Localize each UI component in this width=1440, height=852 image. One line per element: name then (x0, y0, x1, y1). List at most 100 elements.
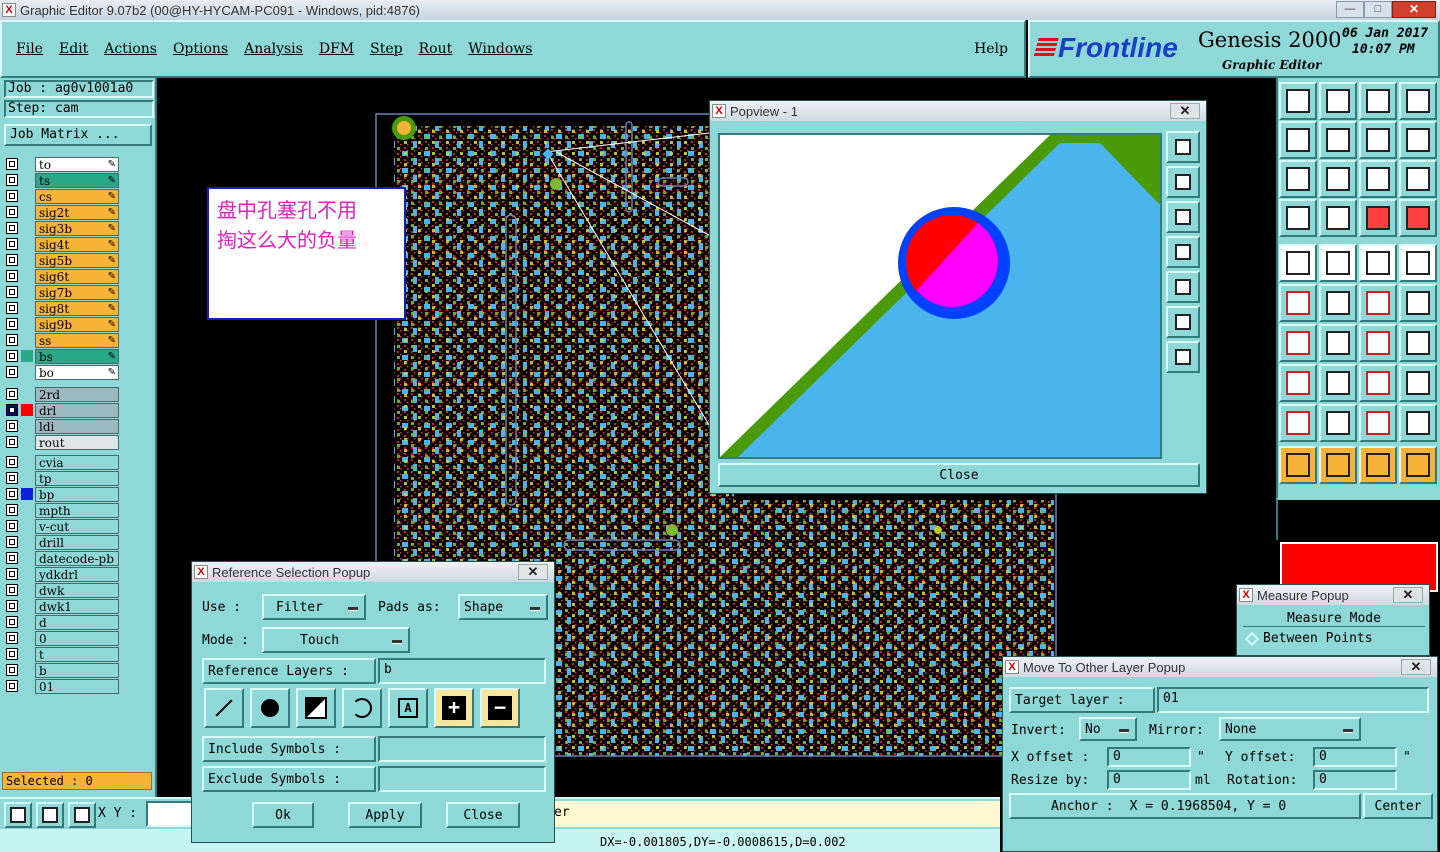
layer-row[interactable]: ydkdrl (6, 566, 157, 582)
layer-name[interactable]: ss ✎ (35, 332, 119, 348)
layer-color-swatch[interactable] (21, 302, 33, 314)
layer-color-swatch[interactable] (21, 318, 33, 330)
cross-button[interactable] (1319, 284, 1357, 322)
layer-checkbox[interactable] (6, 270, 18, 282)
measure-mode-option[interactable]: Between Points (1243, 631, 1425, 646)
grid-button[interactable] (68, 802, 96, 828)
measure-button[interactable] (36, 802, 64, 828)
layer-row[interactable]: dwk1 (6, 598, 157, 614)
menu-dfm[interactable]: DFM (319, 41, 354, 57)
layer-color-swatch[interactable] (21, 350, 33, 362)
layer-color-swatch[interactable] (21, 488, 33, 500)
layer-checkbox[interactable] (6, 334, 18, 346)
grouping-button[interactable] (1399, 364, 1437, 402)
zoom-home-button[interactable] (1279, 82, 1317, 120)
popview-zoom-in-button[interactable] (1166, 306, 1200, 338)
triangle-up-button[interactable] (1359, 404, 1397, 442)
layer-color-swatch[interactable] (21, 472, 33, 484)
layer-row[interactable]: sig5b ✎ (6, 252, 157, 268)
zoom-home-alt-button[interactable] (1359, 82, 1397, 120)
layer-checkbox[interactable] (6, 648, 18, 660)
measure-close-x-button[interactable]: ✕ (1393, 587, 1423, 603)
layer-checkbox[interactable] (6, 366, 18, 378)
filter-button[interactable] (1279, 199, 1317, 237)
layer-color-swatch[interactable] (21, 388, 33, 400)
refsel-close-x-button[interactable]: ✕ (518, 564, 548, 580)
menu-edit[interactable]: Edit (59, 41, 88, 57)
redraw-button[interactable] (1399, 121, 1437, 159)
layer-name[interactable]: bo ✎ (35, 364, 119, 380)
layer-name[interactable]: sig6t ✎ (35, 268, 119, 284)
layer-name[interactable]: ts ✎ (35, 172, 119, 188)
layer-color-swatch[interactable] (21, 158, 33, 170)
layer-checkbox[interactable] (6, 520, 18, 532)
menu-rout[interactable]: Rout (419, 41, 453, 57)
layer-row[interactable]: datecode-pb (6, 550, 157, 566)
mirror-button[interactable] (1399, 324, 1437, 362)
layer-color-swatch[interactable] (21, 632, 33, 644)
help-button[interactable] (1399, 160, 1437, 198)
layer-color-swatch[interactable] (21, 436, 33, 448)
layer-name[interactable]: tp (35, 470, 119, 486)
layer-view-alt-button[interactable] (1399, 199, 1437, 237)
layer-color-swatch[interactable] (21, 366, 33, 378)
negative-polarity-button[interactable]: − (480, 688, 520, 728)
layer-checkbox[interactable] (6, 158, 18, 170)
arc-rotate-button[interactable] (1359, 324, 1397, 362)
node-line-button[interactable] (1359, 284, 1397, 322)
pads-as-dropdown[interactable]: Shape (458, 594, 548, 620)
layer-row[interactable]: drl (6, 402, 157, 418)
layer-row[interactable]: mpth (6, 502, 157, 518)
popview-close-x-button[interactable]: ✕ (1170, 103, 1200, 119)
zoom-fit-button[interactable] (1279, 160, 1317, 198)
layer-row[interactable]: dwk (6, 582, 157, 598)
layer-name[interactable]: sig5b ✎ (35, 252, 119, 268)
popview-pan-up-button[interactable] (1166, 166, 1200, 198)
layer-name[interactable]: drl (35, 402, 119, 418)
layer-row[interactable]: 2rd (6, 386, 157, 402)
exclude-symbols-button[interactable]: Exclude Symbols : (202, 766, 376, 792)
zoom-center-button[interactable] (1319, 160, 1357, 198)
layer-checkbox[interactable] (6, 552, 18, 564)
layer-name[interactable]: cvia (35, 454, 119, 470)
layer-color-swatch[interactable] (21, 552, 33, 564)
layer-checkbox[interactable] (6, 504, 18, 516)
popview-canvas[interactable] (718, 133, 1162, 459)
layer-row[interactable]: tp (6, 470, 157, 486)
menu-actions[interactable]: Actions (104, 41, 157, 57)
pointer-circle-button[interactable] (1359, 446, 1397, 484)
line-draw-button[interactable] (1319, 324, 1357, 362)
layer-color-swatch[interactable] (21, 600, 33, 612)
layer-checkbox[interactable] (6, 254, 18, 266)
layer-color-swatch[interactable] (21, 206, 33, 218)
popview-pan-left-button[interactable] (1166, 236, 1200, 268)
layer-name[interactable]: sig9b ✎ (35, 316, 119, 332)
layer-checkbox[interactable] (6, 302, 18, 314)
layer-color-swatch[interactable] (21, 504, 33, 516)
minimize-button[interactable]: — (1336, 1, 1364, 18)
layer-checkbox[interactable] (6, 286, 18, 298)
layer-row[interactable]: to ✎ (6, 156, 157, 172)
layer-name[interactable]: dwk1 (35, 598, 119, 614)
rotation-input[interactable]: 0 (1313, 770, 1397, 790)
mode-dropdown[interactable]: Touch (262, 627, 410, 653)
reference-layers-button[interactable]: Reference Layers : (202, 658, 376, 684)
layer-checkbox[interactable] (6, 536, 18, 548)
flip-button[interactable] (1359, 121, 1397, 159)
text-shape-button[interactable]: A (388, 688, 428, 728)
layer-checkbox[interactable] (6, 238, 18, 250)
layer-row[interactable]: drill (6, 534, 157, 550)
layer-row[interactable]: v-cut (6, 518, 157, 534)
layer-color-swatch[interactable] (21, 254, 33, 266)
pan-right-button[interactable] (1319, 121, 1357, 159)
layer-row[interactable]: sig3b ✎ (6, 220, 157, 236)
include-symbols-button[interactable]: Include Symbols : (202, 736, 376, 762)
grid-button[interactable] (1319, 199, 1357, 237)
pad-shape-button[interactable] (250, 688, 290, 728)
layer-name[interactable]: bp (35, 486, 119, 502)
resize-input[interactable]: 0 (1107, 770, 1191, 790)
layer-color-swatch[interactable] (21, 190, 33, 202)
layer-color-swatch[interactable] (21, 584, 33, 596)
layer-row[interactable]: sig6t ✎ (6, 268, 157, 284)
layer-checkbox[interactable] (6, 190, 18, 202)
